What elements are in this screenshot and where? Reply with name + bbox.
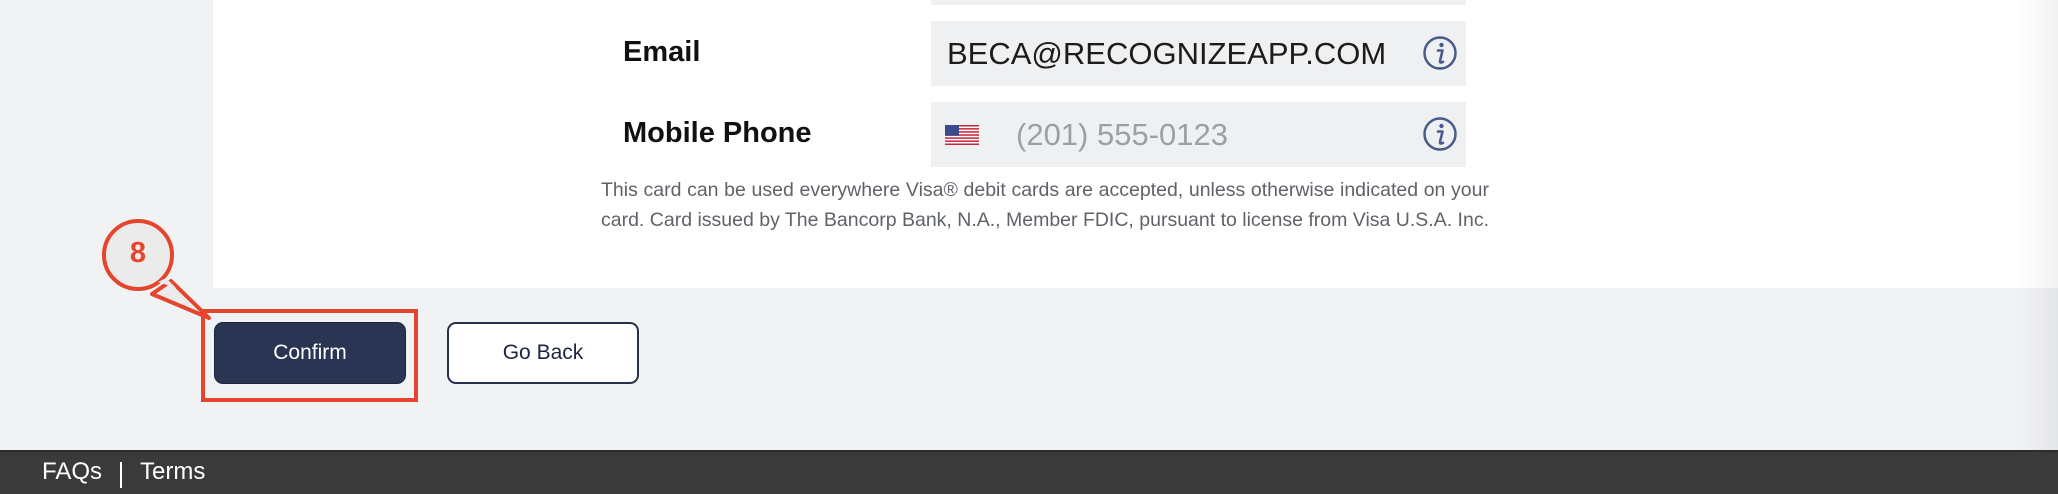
footer-link-faqs[interactable]: FAQs [42,458,102,486]
previous-field-edge [931,0,1466,5]
info-icon[interactable] [1422,116,1458,152]
email-label: Email [623,36,701,68]
footer-divider [120,462,122,488]
footer-link-terms[interactable]: Terms [140,458,205,486]
card-disclaimer: This card can be used everywhere Visa® d… [601,179,1489,231]
go-back-button[interactable]: Go Back [447,322,639,384]
footer: FAQs Terms [0,450,2058,494]
email-value: BECA@RECOGNIZEAPP.COM [947,36,1387,71]
annotation-callout [102,219,211,320]
mobile-phone-field[interactable]: (201) 555-0123 [931,102,1466,167]
info-icon[interactable] [1422,35,1458,71]
right-edge-shadow [2018,0,2058,450]
mobile-phone-label: Mobile Phone [623,117,812,149]
annotation-step-number: 8 [129,237,147,269]
mobile-phone-placeholder: (201) 555-0123 [1016,117,1228,152]
us-flag-icon[interactable] [945,125,979,145]
email-field[interactable]: BECA@RECOGNIZEAPP.COM [931,21,1466,86]
